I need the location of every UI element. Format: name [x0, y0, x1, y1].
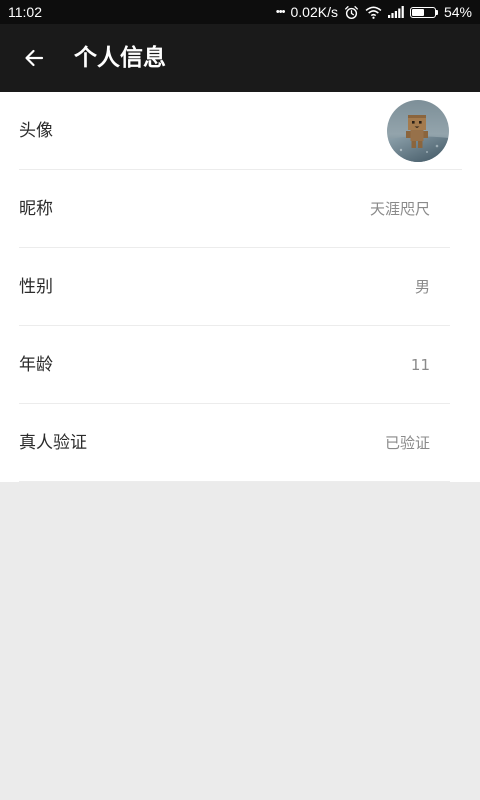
row-label: 真人验证 [19, 433, 87, 453]
row-value: 11 [410, 356, 430, 374]
network-speed: 0.02K/s [290, 4, 338, 20]
status-indicators: ••• 0.02K/s 54% [276, 0, 472, 24]
row-verification[interactable]: 真人验证 已验证 [0, 404, 480, 482]
row-label: 头像 [19, 121, 53, 141]
back-arrow-icon [25, 49, 44, 67]
row-value: 已验证 [384, 434, 430, 452]
page-title: 个人信息 [74, 45, 166, 71]
wifi-icon [365, 6, 382, 19]
back-button[interactable] [12, 36, 56, 80]
row-value: 男 [414, 278, 430, 296]
row-value: 天涯咫尺 [369, 200, 430, 218]
row-age[interactable]: 年龄 11 [0, 326, 480, 404]
row-label: 昵称 [19, 199, 53, 219]
row-divider [19, 481, 450, 482]
avatar[interactable] [387, 100, 449, 162]
row-gender[interactable]: 性别 男 [0, 248, 480, 326]
battery-percent: 54% [443, 4, 472, 20]
alarm-icon [344, 5, 359, 20]
row-nickname[interactable]: 昵称 天涯咫尺 [0, 170, 480, 248]
profile-list: 头像 昵称 天涯咫尺 性别 男 年龄 11 真人验证 已验证 [0, 92, 480, 482]
status-dots: ••• [275, 6, 286, 18]
signal-icon [387, 6, 404, 18]
row-avatar[interactable]: 头像 [0, 92, 480, 170]
app-bar: 个人信息 [0, 24, 480, 92]
status-bar: 11:02 ••• 0.02K/s 54% [0, 0, 480, 24]
row-label: 性别 [19, 277, 53, 297]
row-label: 年龄 [19, 355, 53, 375]
status-time: 11:02 [8, 4, 42, 20]
battery-icon [409, 6, 438, 18]
